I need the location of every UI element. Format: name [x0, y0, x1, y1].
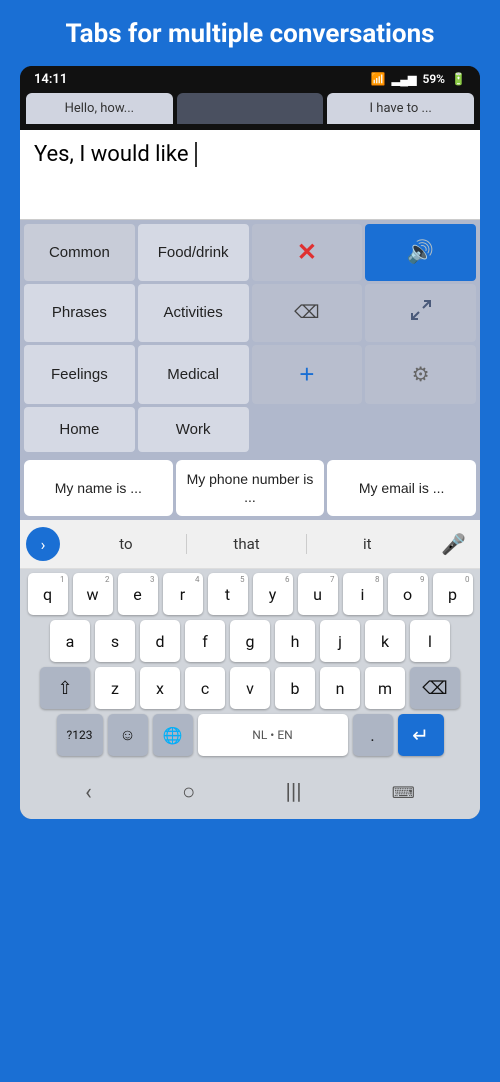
- nav-bar: ‹ ○ ||| ⌨: [20, 765, 480, 819]
- backspace-button[interactable]: ⌫: [252, 284, 363, 342]
- category-phrases[interactable]: Phrases: [24, 284, 135, 342]
- key-y[interactable]: y6: [253, 573, 293, 615]
- category-home[interactable]: Home: [24, 407, 135, 452]
- key-m[interactable]: m: [365, 667, 405, 709]
- signal-icon: ▂▄▆: [392, 73, 417, 86]
- key-l[interactable]: l: [410, 620, 450, 662]
- categories-grid: Common Food/drink ✕ 🔊 Phrases Activities…: [20, 220, 480, 456]
- emoji-key[interactable]: ☺: [108, 714, 148, 756]
- key-z[interactable]: z: [95, 667, 135, 709]
- keyboard: q1 w2 e3 r4 t5 y6 u7 i8 o9 p0 a s d f g …: [20, 569, 480, 765]
- key-k[interactable]: k: [365, 620, 405, 662]
- battery-level: 59%: [422, 72, 445, 86]
- key-q[interactable]: q1: [28, 573, 68, 615]
- category-activities[interactable]: Activities: [138, 284, 249, 342]
- key-a[interactable]: a: [50, 620, 90, 662]
- shift-key[interactable]: ⇧: [40, 667, 90, 709]
- back-button[interactable]: ‹: [75, 776, 102, 809]
- key-u[interactable]: u7: [298, 573, 338, 615]
- text-value: Yes, I would like: [34, 142, 188, 167]
- num-key[interactable]: ?123: [57, 714, 103, 756]
- key-f[interactable]: f: [185, 620, 225, 662]
- key-j[interactable]: j: [320, 620, 360, 662]
- key-v[interactable]: v: [230, 667, 270, 709]
- expand-icon: [409, 298, 433, 328]
- key-s[interactable]: s: [95, 620, 135, 662]
- key-b[interactable]: b: [275, 667, 315, 709]
- x-icon: ✕: [297, 238, 317, 267]
- key-row-2: a s d f g h j k l: [22, 620, 478, 662]
- phone-frame: 14:11 📶 ▂▄▆ 59% 🔋 Hello, how... I have t…: [20, 66, 480, 819]
- key-t[interactable]: t5: [208, 573, 248, 615]
- phrase-my-phone[interactable]: My phone number is ...: [176, 460, 325, 516]
- phrases-row: My name is ... My phone number is ... My…: [20, 456, 480, 520]
- suggestion-to[interactable]: to: [66, 527, 186, 561]
- key-h[interactable]: h: [275, 620, 315, 662]
- key-e[interactable]: e3: [118, 573, 158, 615]
- tabs-row: Hello, how... I have to ...: [20, 93, 480, 130]
- key-row-1: q1 w2 e3 r4 t5 y6 u7 i8 o9 p0: [22, 573, 478, 615]
- space-key[interactable]: NL • EN: [198, 714, 348, 756]
- key-d[interactable]: d: [140, 620, 180, 662]
- plus-icon: +: [299, 359, 314, 390]
- suggestion-arrow[interactable]: ›: [26, 527, 60, 561]
- home-button[interactable]: ○: [172, 775, 205, 809]
- expand-button[interactable]: [365, 284, 476, 342]
- key-i[interactable]: i8: [343, 573, 383, 615]
- key-w[interactable]: w2: [73, 573, 113, 615]
- text-input-area[interactable]: Yes, I would like: [20, 130, 480, 220]
- status-bar: 14:11 📶 ▂▄▆ 59% 🔋: [20, 66, 480, 93]
- key-row-4: ?123 ☺ 🌐 NL • EN . ↵: [22, 714, 478, 756]
- key-o[interactable]: o9: [388, 573, 428, 615]
- time: 14:11: [34, 72, 67, 87]
- enter-key[interactable]: ↵: [398, 714, 444, 756]
- battery-icon: 🔋: [451, 72, 466, 86]
- keyboard-delete-key[interactable]: ⌫: [410, 667, 460, 709]
- suggestions-row: › to that it 🎤: [20, 520, 480, 569]
- backspace-icon: ⌫: [294, 302, 319, 323]
- dot-key[interactable]: .: [353, 714, 393, 756]
- key-r[interactable]: r4: [163, 573, 203, 615]
- tab-empty[interactable]: [177, 93, 324, 124]
- key-n[interactable]: n: [320, 667, 360, 709]
- phrase-my-email[interactable]: My email is ...: [327, 460, 476, 516]
- suggestion-that[interactable]: that: [187, 527, 307, 561]
- key-g[interactable]: g: [230, 620, 270, 662]
- category-work[interactable]: Work: [138, 407, 249, 452]
- category-common[interactable]: Common: [24, 224, 135, 281]
- suggestion-it[interactable]: it: [307, 527, 427, 561]
- delete-button[interactable]: ✕: [252, 224, 363, 281]
- phrase-my-name[interactable]: My name is ...: [24, 460, 173, 516]
- recents-button[interactable]: |||: [275, 776, 311, 809]
- tab-hello[interactable]: Hello, how...: [26, 93, 173, 124]
- speaker-button[interactable]: 🔊: [365, 224, 476, 281]
- app-header: Tabs for multiple conversations: [0, 0, 500, 66]
- key-c[interactable]: c: [185, 667, 225, 709]
- category-food-drink[interactable]: Food/drink: [138, 224, 249, 281]
- wifi-icon: 📶: [371, 72, 386, 86]
- tab-have-to[interactable]: I have to ...: [327, 93, 474, 124]
- settings-button[interactable]: ⚙: [365, 345, 476, 404]
- category-medical[interactable]: Medical: [138, 345, 249, 404]
- category-feelings[interactable]: Feelings: [24, 345, 135, 404]
- phone-content: Hello, how... I have to ... Yes, I would…: [20, 93, 480, 819]
- header-title: Tabs for multiple conversations: [65, 19, 434, 49]
- speaker-icon: 🔊: [407, 239, 434, 265]
- add-button[interactable]: +: [252, 345, 363, 404]
- keyboard-toggle[interactable]: ⌨: [382, 779, 425, 806]
- key-row-3: ⇧ z x c v b n m ⌫: [22, 667, 478, 709]
- gear-icon: ⚙: [412, 362, 430, 387]
- key-p[interactable]: p0: [433, 573, 473, 615]
- key-x[interactable]: x: [140, 667, 180, 709]
- microphone-button[interactable]: 🎤: [427, 524, 480, 564]
- globe-key[interactable]: 🌐: [153, 714, 193, 756]
